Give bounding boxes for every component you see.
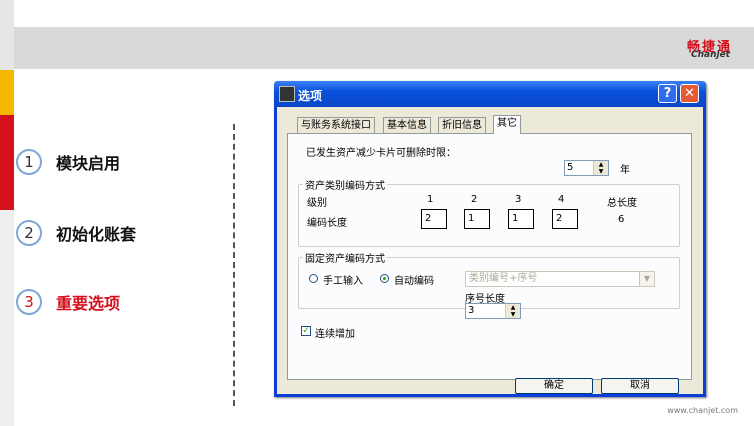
- chevron-down-icon[interactable]: ▼: [639, 272, 654, 286]
- category-group-title: 资产类别编码方式: [303, 177, 387, 192]
- tab-accounting-interface[interactable]: 与账务系统接口: [297, 117, 375, 133]
- stripe-yellow: [0, 70, 14, 115]
- delete-limit-stepper[interactable]: 5 ▲ ▼: [564, 160, 609, 176]
- delete-limit-spin-buttons[interactable]: ▲ ▼: [593, 161, 608, 175]
- continuous-add-checkbox[interactable]: ✓: [301, 326, 311, 336]
- agenda-item-1: 1 模块启用: [16, 149, 120, 175]
- dialog-title: 选项: [298, 89, 323, 103]
- fixed-asset-group-title: 固定资产编码方式: [303, 250, 387, 265]
- agenda-label: 模块启用: [56, 154, 121, 173]
- level-3: 3: [515, 194, 522, 205]
- agenda-number-circle: 1: [16, 149, 42, 175]
- spin-up-icon[interactable]: ▲: [594, 161, 608, 168]
- website-url: www.chanjet.com: [667, 406, 738, 415]
- brand-logo-en: Chanjet: [691, 50, 730, 60]
- dialog-client-area: 与账务系统接口 基本信息 折旧信息 其它 已发生资产减少卡片可删除时限： 5 ▲…: [277, 107, 703, 394]
- level-4-length-input[interactable]: 2: [552, 209, 578, 229]
- manual-input-label[interactable]: 手工输入: [323, 272, 363, 287]
- spin-up-icon[interactable]: ▲: [506, 304, 520, 311]
- stripe-red: [0, 115, 14, 210]
- spin-down-icon[interactable]: ▼: [506, 311, 520, 318]
- code-format-select[interactable]: 类别编号+序号 ▼: [465, 271, 655, 287]
- seq-length-value: 3: [468, 305, 475, 316]
- spin-down-icon[interactable]: ▼: [594, 168, 608, 175]
- close-button[interactable]: ✕: [680, 84, 699, 103]
- help-button[interactable]: ?: [658, 84, 677, 103]
- level-4: 4: [558, 194, 565, 205]
- tab-other[interactable]: 其它: [493, 115, 521, 134]
- dashed-divider: [233, 124, 235, 406]
- stripe-gray-bottom: [0, 210, 14, 426]
- auto-code-radio[interactable]: [380, 274, 389, 283]
- dialog-titlebar[interactable]: 选项 ? ✕: [274, 81, 706, 107]
- delete-limit-value: 5: [567, 162, 574, 173]
- continuous-add-label[interactable]: 连续增加: [315, 325, 355, 340]
- level-1-length-input[interactable]: 2: [421, 209, 447, 229]
- auto-code-label[interactable]: 自动编码: [394, 272, 434, 287]
- delete-limit-label: 已发生资产减少卡片可删除时限：: [306, 148, 456, 159]
- manual-input-radio[interactable]: [309, 274, 318, 283]
- tab-basic-info[interactable]: 基本信息: [383, 117, 431, 133]
- total-length-value: 6: [618, 214, 625, 225]
- agenda-number-circle: 3: [16, 289, 42, 315]
- agenda-label: 初始化账套: [56, 225, 137, 244]
- seq-length-spin-buttons[interactable]: ▲ ▼: [505, 304, 520, 318]
- level-2-length-input[interactable]: 1: [464, 209, 490, 229]
- ok-button[interactable]: 确定: [515, 378, 593, 394]
- level-1: 1: [427, 194, 434, 205]
- agenda-number-circle: 2: [16, 220, 42, 246]
- agenda-item-2: 2 初始化账套: [16, 220, 136, 246]
- level-2: 2: [471, 194, 478, 205]
- delete-limit-unit: 年: [620, 165, 630, 176]
- agenda-item-3: 3 重要选项: [16, 289, 120, 315]
- total-length-label: 总长度: [607, 198, 637, 209]
- seq-length-stepper[interactable]: 3 ▲ ▼: [465, 303, 521, 319]
- tab-depreciation-info[interactable]: 折旧信息: [438, 117, 486, 133]
- tab-panel-other: 已发生资产减少卡片可删除时限： 5 ▲ ▼ 年 资产类别编码方式 级别 1 2 …: [287, 133, 692, 380]
- level-label: 级别: [307, 198, 327, 209]
- app-icon: [279, 86, 295, 102]
- code-format-value: 类别编号+序号: [469, 273, 538, 284]
- options-dialog: 选项 ? ✕ 与账务系统接口 基本信息 折旧信息 其它 已发生资产减少卡片可删除…: [274, 81, 706, 397]
- code-length-label: 编码长度: [307, 218, 347, 229]
- header-banner: [14, 27, 754, 69]
- agenda-label: 重要选项: [56, 294, 121, 313]
- stripe-gray-top: [0, 0, 14, 70]
- level-3-length-input[interactable]: 1: [508, 209, 534, 229]
- cancel-button[interactable]: 取消: [601, 378, 679, 394]
